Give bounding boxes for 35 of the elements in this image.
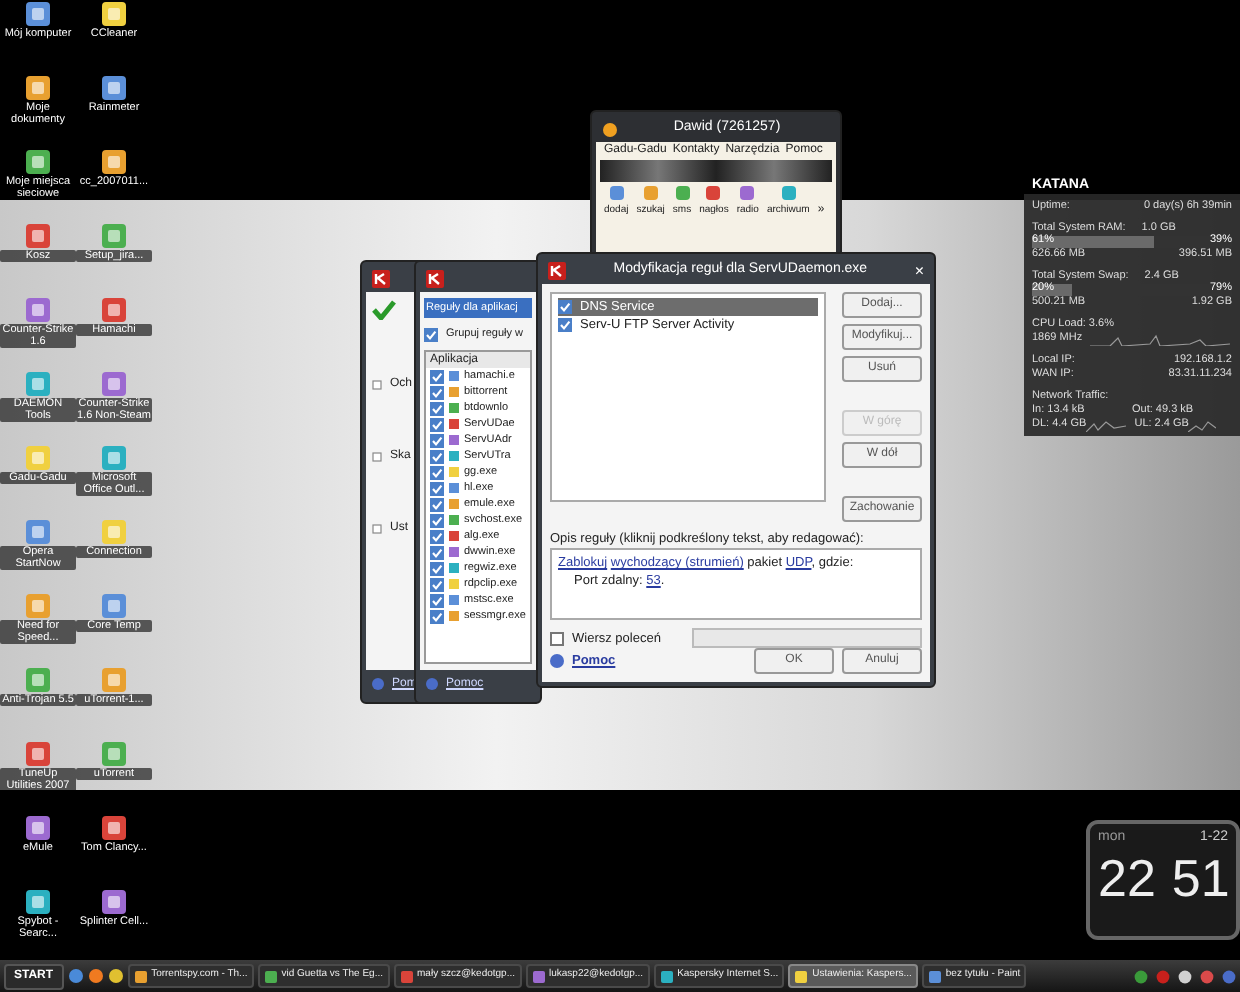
- app-icon[interactable]: [100, 74, 128, 102]
- close-button[interactable]: ×: [914, 259, 924, 283]
- tree-node-icon: [372, 451, 382, 461]
- shield-icon: [426, 270, 444, 288]
- app-icon[interactable]: [24, 148, 52, 176]
- app-icon[interactable]: [24, 74, 52, 102]
- app-icon: [927, 969, 942, 983]
- app-icon[interactable]: [100, 148, 128, 176]
- app-icon: [133, 969, 148, 983]
- app-icon[interactable]: [24, 814, 52, 842]
- app-icon[interactable]: [100, 0, 128, 28]
- check-icon: [372, 300, 396, 320]
- network-graph: [1086, 420, 1127, 432]
- cpu-graph: [1090, 332, 1231, 346]
- app-icon: [399, 969, 414, 983]
- clock-minutes: 51: [1171, 849, 1230, 905]
- tool-icon[interactable]: [779, 184, 798, 202]
- tree-node-icon: [372, 523, 382, 533]
- shield-icon: [372, 270, 390, 288]
- app-icon: [263, 969, 278, 983]
- app-icon[interactable]: [100, 814, 128, 842]
- help-icon: [426, 678, 438, 690]
- help-icon: [550, 654, 564, 668]
- app-icon[interactable]: [100, 888, 128, 916]
- clock-hours: 22: [1098, 849, 1156, 905]
- app-icon[interactable]: [24, 0, 52, 28]
- network-graph: [1188, 420, 1217, 432]
- help-icon: [372, 678, 384, 690]
- sun-icon: [602, 121, 618, 137]
- shield-icon: [548, 262, 566, 280]
- app-icon: [794, 969, 809, 983]
- app-icon: [659, 969, 674, 983]
- tree-node-icon: [372, 379, 382, 389]
- app-icon[interactable]: [24, 888, 52, 916]
- app-icon: [531, 969, 545, 983]
